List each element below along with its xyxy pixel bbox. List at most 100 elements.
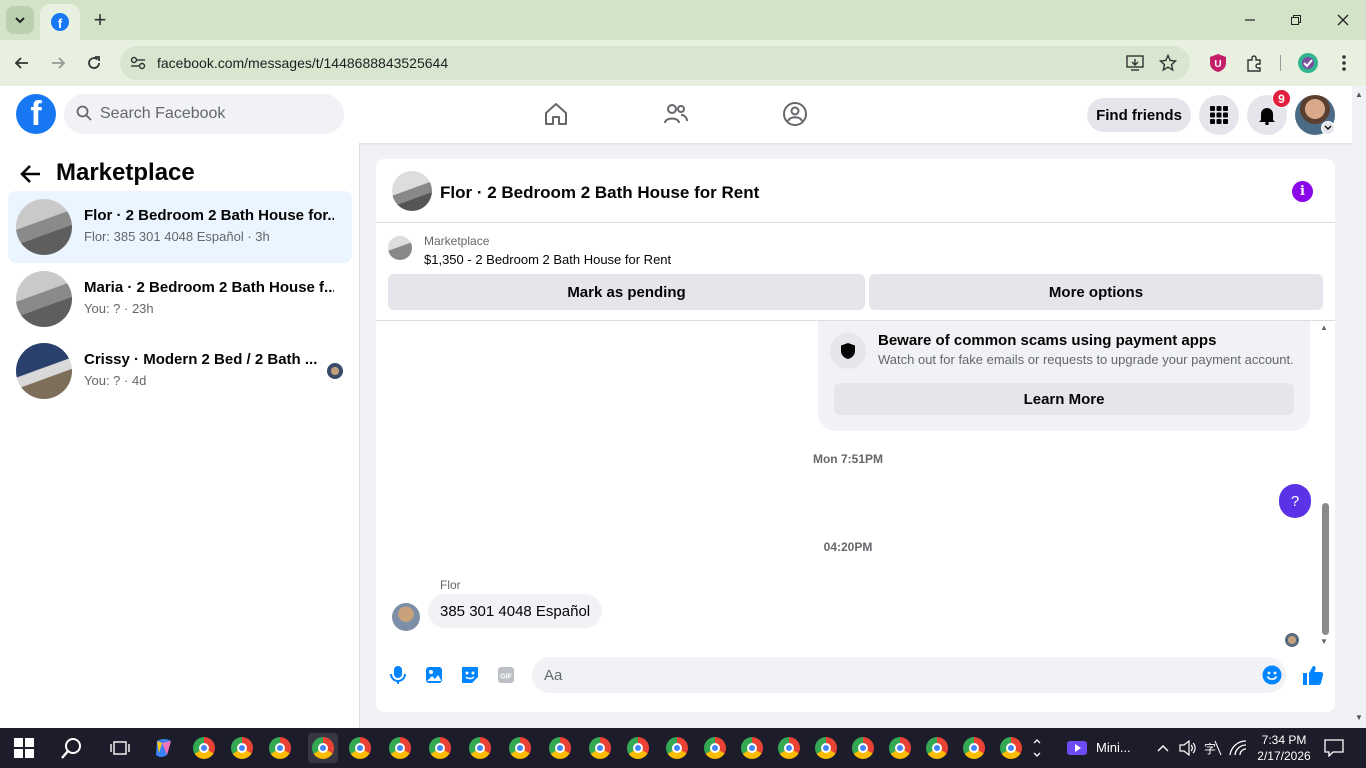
chrome-icon[interactable] [508,736,532,760]
scroll-up-icon[interactable]: ▲ [1320,323,1328,332]
scroll-down-icon[interactable]: ▼ [1320,637,1328,646]
url-text[interactable]: facebook.com/messages/t/1448688843525644 [157,55,448,71]
message-thread[interactable]: Beware of common scams using payment app… [376,321,1335,652]
video-app-icon[interactable] [1065,736,1089,760]
ublock-extension-icon[interactable]: U [1207,52,1229,74]
chat-avatar[interactable] [392,171,432,211]
chrome-icon[interactable] [348,736,372,760]
chrome-icon[interactable] [925,736,949,760]
chrome-icon[interactable] [740,736,764,760]
chrome-icon[interactable] [308,733,338,763]
back-arrow-icon[interactable] [18,161,44,187]
marketplace-label: Marketplace [424,234,490,248]
menu-grid-icon[interactable] [1199,95,1239,135]
conversation-preview: Flor: 385 301 4048 Español · 3h [84,229,270,244]
chrome-icon[interactable] [814,736,838,760]
conversation-item[interactable]: Maria · 2 Bedroom 2 Bath House f... You:… [8,263,352,335]
input-method-icon[interactable]: 字 [1203,736,1223,760]
chrome-icon[interactable] [777,736,801,760]
chrome-icon[interactable] [703,736,727,760]
chat-title[interactable]: Flor · 2 Bedroom 2 Bath House for Rent [440,183,759,203]
reload-icon[interactable] [81,50,107,76]
marketplace-inbox-panel: Marketplace Flor · 2 Bedroom 2 Bath Hous… [0,143,360,728]
chrome-icon[interactable] [192,736,216,760]
chrome-icon[interactable] [230,736,254,760]
bookmark-star-icon[interactable] [1158,53,1178,73]
page-scrollbar[interactable]: ▲ ▼ [1352,86,1366,728]
message-timestamp: 04:20PM [823,540,873,554]
thumbs-up-icon[interactable] [1301,663,1325,687]
gif-icon[interactable]: GIF [496,665,516,685]
notification-badge: 9 [1272,89,1291,108]
thread-scrollbar[interactable] [1322,503,1329,635]
chevron-down-icon[interactable] [1321,121,1335,135]
chrome-icon[interactable] [588,736,612,760]
find-friends-button[interactable]: Find friends [1087,98,1191,132]
tab-search-icon[interactable] [6,6,34,34]
chrome-icon[interactable] [999,736,1023,760]
task-view-icon[interactable] [108,736,132,760]
close-icon[interactable] [1331,8,1355,32]
listing-title[interactable]: $1,350 - 2 Bedroom 2 Bath House for Rent [424,252,671,267]
windows-start-icon[interactable] [12,736,36,760]
new-tab-button[interactable]: + [88,7,112,32]
sticker-icon[interactable] [460,665,480,685]
install-icon[interactable] [1125,53,1145,73]
extension-icon[interactable] [1243,52,1265,74]
chrome-icon[interactable] [468,736,492,760]
search-icon[interactable] [60,736,84,760]
facebook-logo[interactable]: f [16,94,56,134]
chrome-icon[interactable] [268,736,292,760]
browser-tab-facebook[interactable]: f [40,4,80,40]
browser-menu-icon[interactable] [1333,52,1355,74]
conversation-item[interactable]: Crissy · Modern 2 Bed / 2 Bath ... You: … [8,335,352,407]
incoming-message[interactable]: 385 301 4048 Español [428,594,603,628]
wifi-icon[interactable] [1228,736,1248,760]
message-input[interactable]: Aa [532,657,1286,693]
panel-title: Marketplace [56,159,195,186]
sender-avatar[interactable] [392,603,420,631]
chrome-icon[interactable] [962,736,986,760]
chrome-icon[interactable] [851,736,875,760]
address-bar[interactable]: facebook.com/messages/t/1448688843525644 [120,46,1190,80]
copilot-icon[interactable] [152,736,176,760]
restore-icon[interactable] [1284,8,1308,32]
listing-thumbnail [16,271,72,327]
system-clock[interactable]: 7:34 PM 2/17/2026 [1253,732,1315,764]
chrome-icon[interactable] [888,736,912,760]
photo-icon[interactable] [424,665,444,685]
chrome-icon[interactable] [626,736,650,760]
browser-toolbar: facebook.com/messages/t/1448688843525644… [0,40,1366,86]
emoji-icon[interactable] [1262,665,1282,685]
home-icon[interactable] [542,100,570,128]
microphone-icon[interactable] [388,665,408,685]
profile-icon[interactable] [1297,52,1319,74]
friends-icon[interactable] [662,100,690,128]
site-info-icon[interactable] [128,53,148,73]
chrome-icon[interactable] [548,736,572,760]
more-options-button[interactable]: More options [869,274,1323,310]
info-icon[interactable]: i [1292,181,1313,202]
taskbar-overflow-icon[interactable] [1030,736,1044,760]
groups-icon[interactable] [781,100,809,128]
read-receipt-avatar [327,363,343,379]
conversation-item[interactable]: Flor · 2 Bedroom 2 Bath House for... Flo… [8,191,352,263]
scroll-up-icon[interactable]: ▲ [1355,90,1363,99]
back-icon[interactable] [9,50,35,76]
taskbar-app-label[interactable]: Mini... [1096,740,1131,755]
mark-as-pending-button[interactable]: Mark as pending [388,274,865,310]
minimize-icon[interactable] [1238,8,1262,32]
volume-icon[interactable] [1178,736,1198,760]
chrome-icon[interactable] [428,736,452,760]
notification-center-icon[interactable] [1322,736,1346,760]
outgoing-message[interactable]: ? [1279,484,1311,518]
conversation-title: Flor · 2 Bedroom 2 Bath House for... [84,207,334,224]
learn-more-button[interactable]: Learn More [834,383,1294,415]
chevron-up-icon[interactable] [1154,736,1172,760]
scroll-down-icon[interactable]: ▼ [1355,713,1363,722]
search-placeholder: Search Facebook [100,105,226,122]
search-input[interactable]: Search Facebook [64,94,344,134]
forward-icon[interactable] [45,50,71,76]
chrome-icon[interactable] [388,736,412,760]
chrome-icon[interactable] [665,736,689,760]
